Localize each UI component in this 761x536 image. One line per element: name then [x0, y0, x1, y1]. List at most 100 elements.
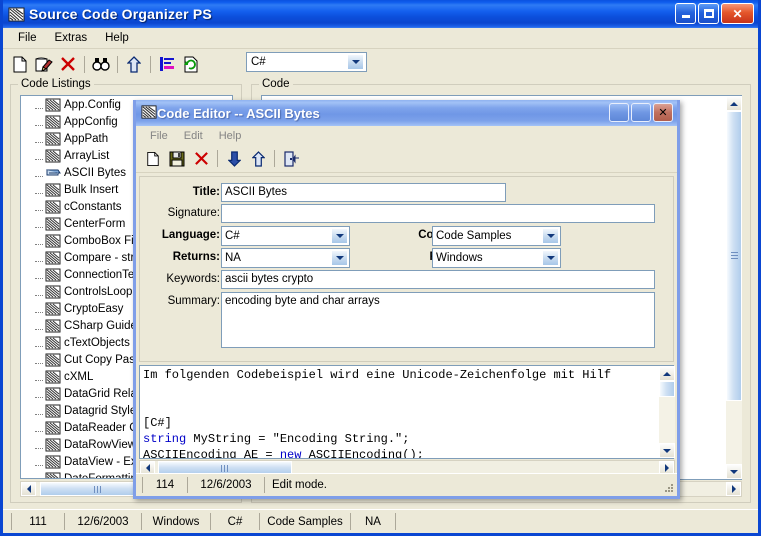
- chevron-down-icon[interactable]: [347, 54, 364, 70]
- tree-connector: [35, 117, 45, 127]
- vscroll-thumb[interactable]: [659, 381, 675, 397]
- dialog-menubar: File Edit Help: [136, 126, 677, 145]
- toolbar-separator: [117, 55, 118, 73]
- menu-edit[interactable]: Edit: [176, 128, 211, 144]
- dialog-toolbar: [136, 145, 677, 173]
- tree-item-label: CryptoEasy: [64, 302, 124, 315]
- minimize-button[interactable]: [609, 103, 629, 122]
- menu-file[interactable]: File: [142, 128, 176, 144]
- code-type-combo[interactable]: Code Samples: [432, 226, 561, 246]
- returns-label: Returns:: [172, 251, 220, 263]
- tree-connector: [35, 202, 45, 212]
- tree-item-label: Bulk Insert: [64, 183, 119, 196]
- tree-item-label: ArrayList: [64, 149, 110, 162]
- code-listings-label: Code Listings: [18, 78, 94, 90]
- delete-icon[interactable]: [189, 147, 213, 171]
- dialog-code-textarea[interactable]: Im folgenden Codebeispiel wird eine Unic…: [139, 365, 674, 459]
- scroll-left-button[interactable]: [21, 482, 36, 496]
- edit-icon[interactable]: [32, 52, 56, 76]
- maximize-button[interactable]: [631, 103, 651, 122]
- summary-field[interactable]: encoding byte and char arrays: [221, 292, 655, 348]
- platform-combo[interactable]: Windows: [432, 248, 561, 268]
- listing-icon: [45, 319, 61, 333]
- chevron-down-icon[interactable]: [331, 250, 348, 266]
- tree-connector: [35, 134, 45, 144]
- status-codetype: Code Samples: [260, 513, 351, 530]
- language-combo[interactable]: C#: [221, 226, 350, 246]
- chevron-down-icon[interactable]: [542, 228, 559, 244]
- keywords-value: ascii bytes crypto: [225, 273, 314, 285]
- listing-icon: [45, 217, 61, 231]
- title-field[interactable]: ASCII Bytes: [221, 183, 506, 202]
- download-icon[interactable]: [222, 147, 246, 171]
- tree-item-label: cXML: [64, 370, 94, 383]
- upload-icon[interactable]: [246, 147, 270, 171]
- listing-icon: [45, 98, 61, 112]
- listing-icon: [45, 285, 61, 299]
- main-window-controls: ✕: [675, 3, 754, 24]
- tree-connector: [35, 151, 45, 161]
- scroll-up-button[interactable]: [726, 96, 742, 111]
- dialog-window-controls: ✕: [609, 103, 673, 122]
- dialog-titlebar: Code Editor -- ASCII Bytes ✕: [136, 100, 677, 126]
- language-value: C#: [225, 230, 240, 242]
- exit-icon[interactable]: [279, 147, 303, 171]
- listing-icon: [45, 132, 61, 146]
- vscroll-thumb[interactable]: [726, 111, 742, 401]
- menu-help[interactable]: Help: [211, 128, 250, 144]
- tree-connector: [35, 440, 45, 450]
- dialog-form-panel: Title: ASCII Bytes Signature: Language: …: [139, 176, 674, 362]
- code-keyword-new: new: [279, 448, 302, 459]
- scroll-down-button[interactable]: [726, 464, 742, 479]
- chevron-down-icon[interactable]: [542, 250, 559, 266]
- summary-label: Summary:: [167, 295, 220, 307]
- status-count: 111: [11, 513, 65, 530]
- tree-connector: [35, 168, 45, 178]
- vscroll-track[interactable]: [726, 111, 742, 464]
- tree-connector: [35, 338, 45, 348]
- keywords-label: Keywords:: [166, 273, 220, 285]
- new-icon[interactable]: [8, 52, 32, 76]
- code-vscrollbar[interactable]: [726, 96, 742, 479]
- tree-item-label: AppConfig: [64, 115, 118, 128]
- list-icon[interactable]: [155, 52, 179, 76]
- returns-combo[interactable]: NA: [221, 248, 350, 268]
- dialog-code-vscrollbar[interactable]: [659, 366, 675, 458]
- resize-grip[interactable]: [662, 481, 674, 493]
- scroll-down-button[interactable]: [659, 443, 675, 458]
- close-button[interactable]: ✕: [721, 3, 754, 24]
- chevron-down-icon[interactable]: [331, 228, 348, 244]
- language-filter-combo[interactable]: C#: [246, 52, 367, 72]
- upload-icon[interactable]: [122, 52, 146, 76]
- code-line-4: [C#]: [143, 416, 172, 430]
- tree-item-label: ConnectionTest: [64, 268, 144, 281]
- close-button[interactable]: ✕: [653, 103, 673, 122]
- menu-extras[interactable]: Extras: [46, 30, 97, 46]
- signature-field[interactable]: [221, 204, 655, 223]
- menu-help[interactable]: Help: [96, 30, 138, 46]
- keywords-field[interactable]: ascii bytes crypto: [221, 270, 655, 289]
- tree-connector: [35, 474, 45, 479]
- maximize-button[interactable]: [698, 3, 719, 24]
- tree-connector: [35, 236, 45, 246]
- platform-value: Windows: [436, 252, 483, 264]
- tree-connector: [35, 406, 45, 416]
- refresh-icon[interactable]: [179, 52, 203, 76]
- new-icon[interactable]: [141, 147, 165, 171]
- minimize-button[interactable]: [675, 3, 696, 24]
- menu-file[interactable]: File: [9, 30, 46, 46]
- dialog-status-mode: Edit mode.: [272, 479, 327, 491]
- save-icon[interactable]: [165, 147, 189, 171]
- tree-connector: [35, 253, 45, 263]
- dialog-statusbar: 114 12/6/2003 Edit mode.: [136, 473, 677, 496]
- tree-connector: [35, 304, 45, 314]
- tree-item-label: DateFormatting: [64, 472, 144, 479]
- language-filter-value: C#: [251, 56, 266, 68]
- code-keyword-string: string: [143, 432, 187, 446]
- scroll-up-button[interactable]: [659, 366, 675, 381]
- scroll-right-button[interactable]: [726, 482, 741, 496]
- find-icon[interactable]: [89, 52, 113, 76]
- vscroll-track[interactable]: [659, 381, 675, 443]
- tree-item-label: Datagrid Styles: [64, 404, 142, 417]
- delete-icon[interactable]: [56, 52, 80, 76]
